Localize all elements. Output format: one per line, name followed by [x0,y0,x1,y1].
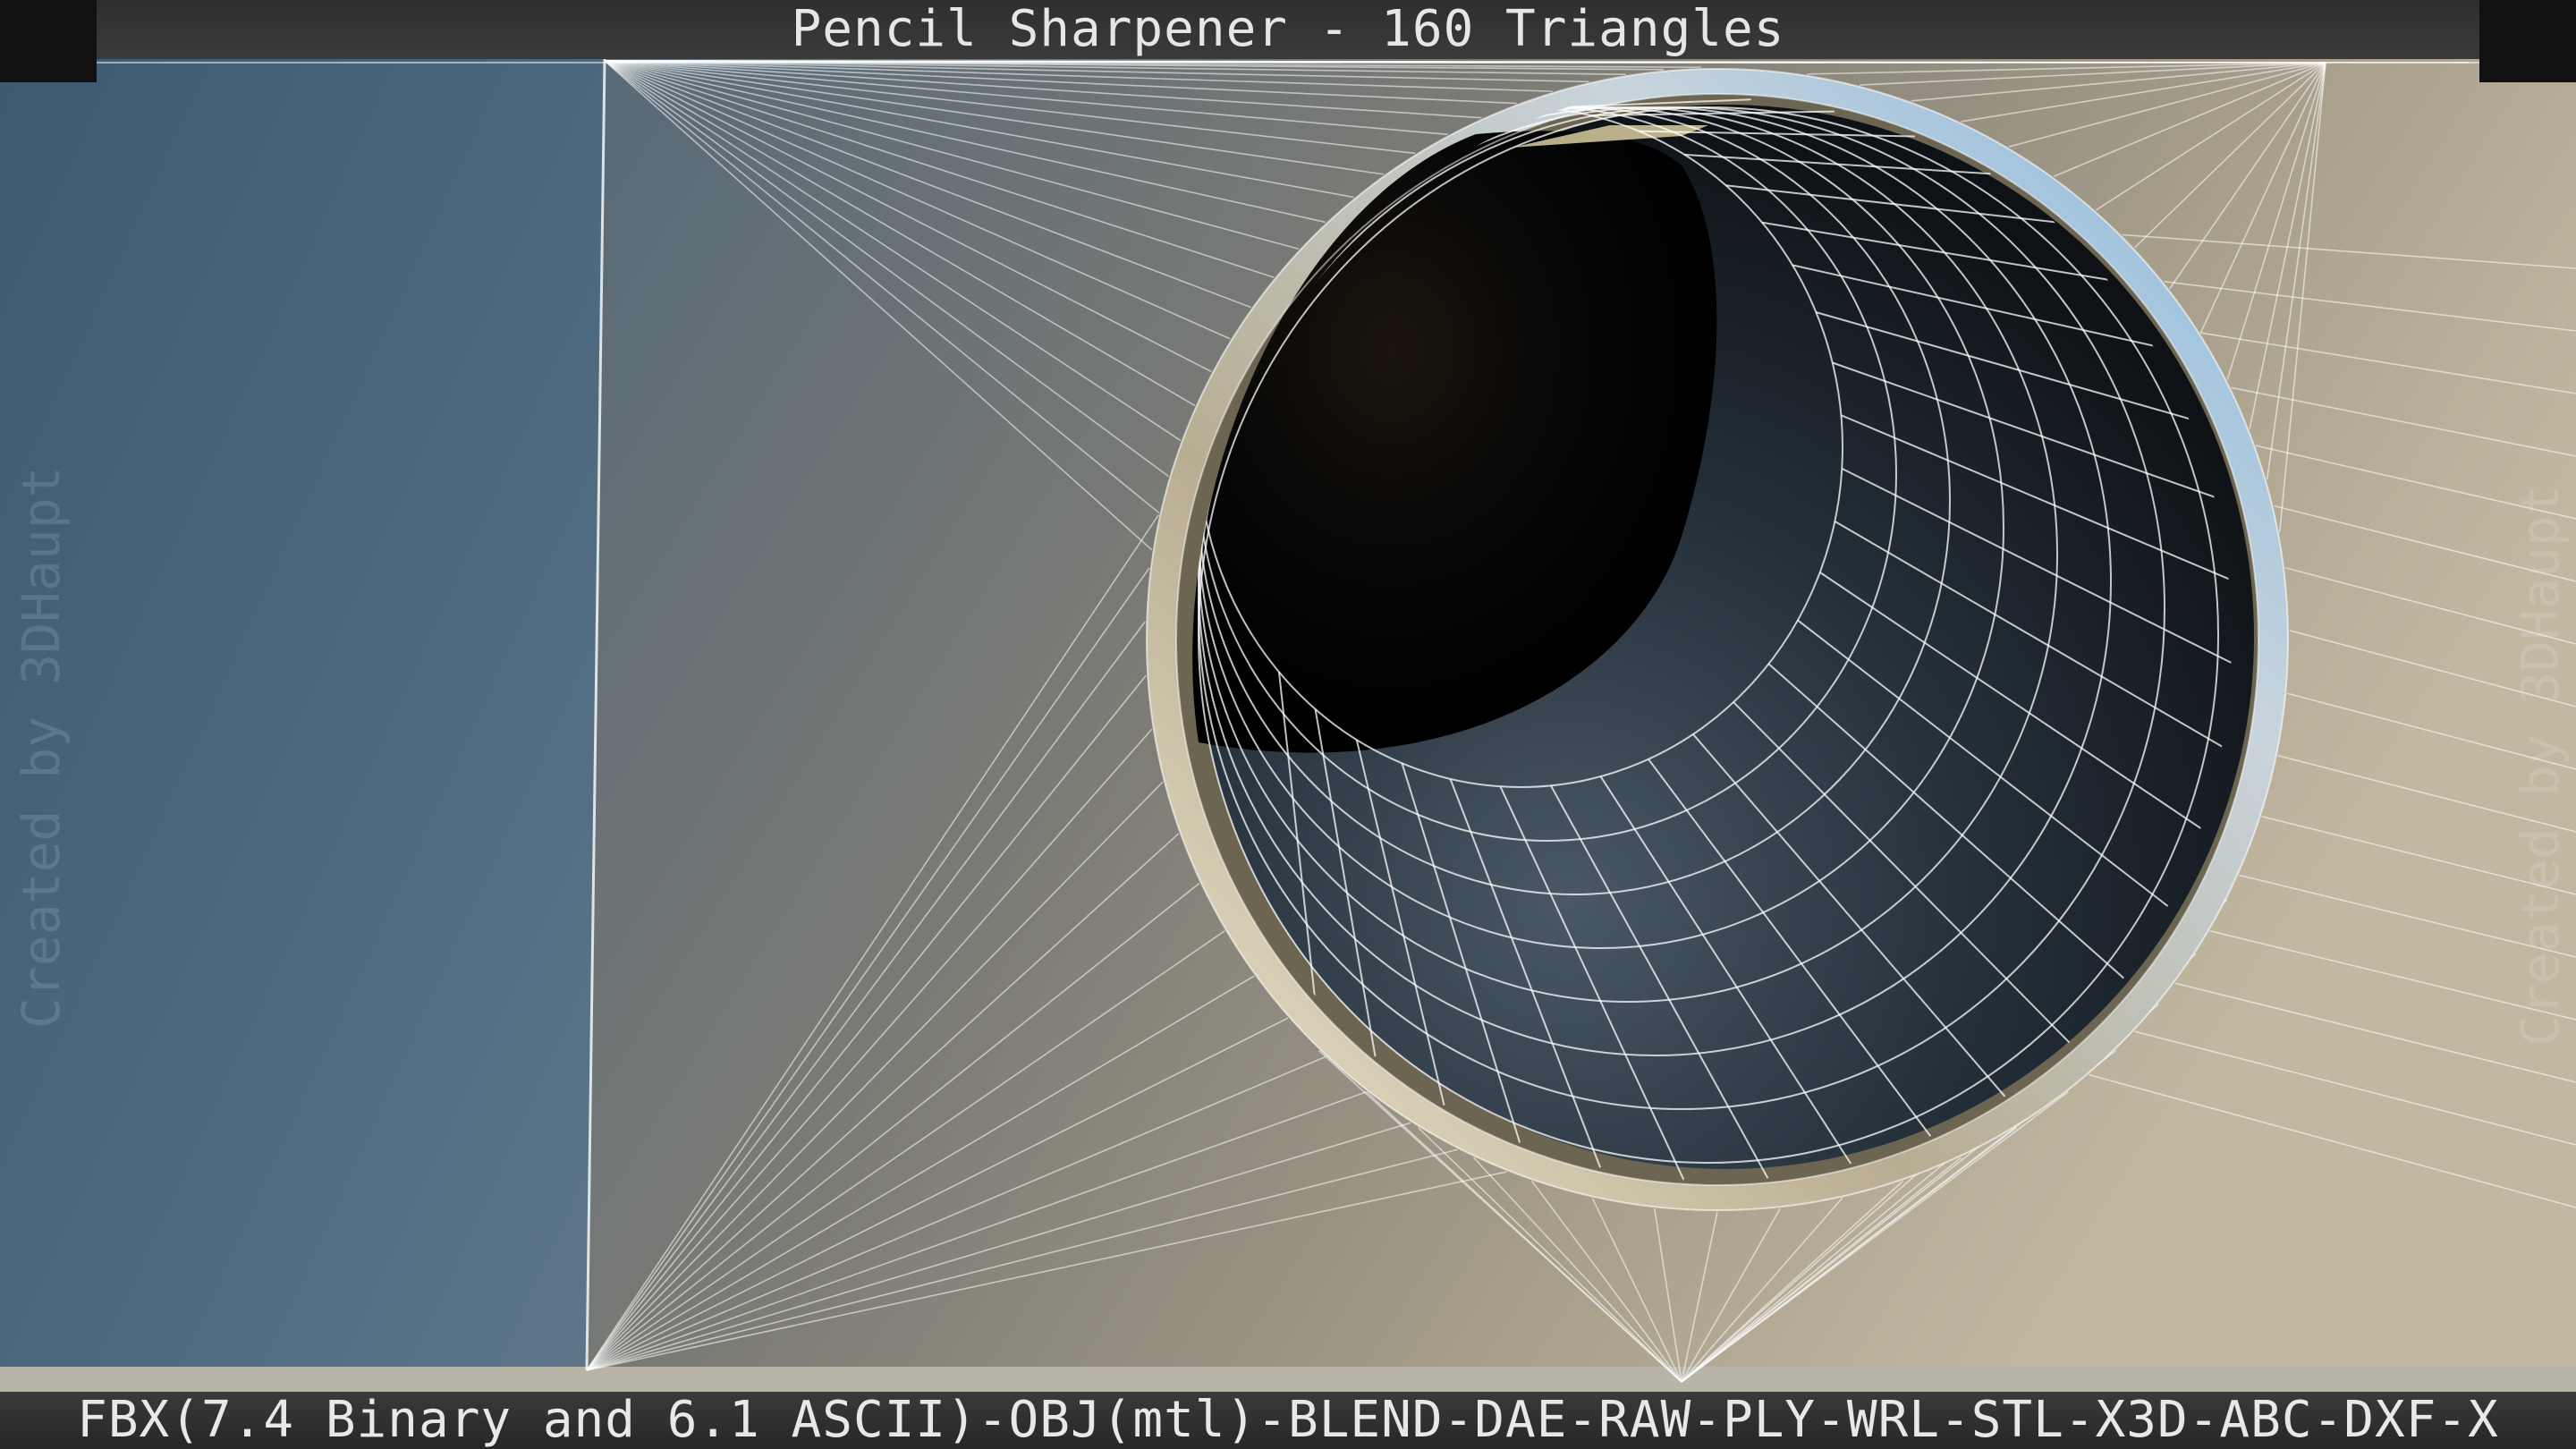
left-face [0,59,605,1377]
corner-block-right [2479,0,2576,82]
render-viewport [0,0,2576,1449]
corner-block-left [0,0,97,82]
formats-bar: FBX(7.4 Binary and 6.1 ASCII)-OBJ(mtl)-B… [0,1392,2576,1449]
formats-list: FBX(7.4 Binary and 6.1 ASCII)-OBJ(mtl)-B… [77,1391,2499,1449]
watermark-left: Created by 3DHaupt [11,466,72,1029]
watermark-right: Created by 3DHaupt [2510,484,2571,1046]
page-title: Pencil Sharpener - 160 Triangles [791,0,1785,58]
title-bar: Pencil Sharpener - 160 Triangles [97,0,2479,59]
